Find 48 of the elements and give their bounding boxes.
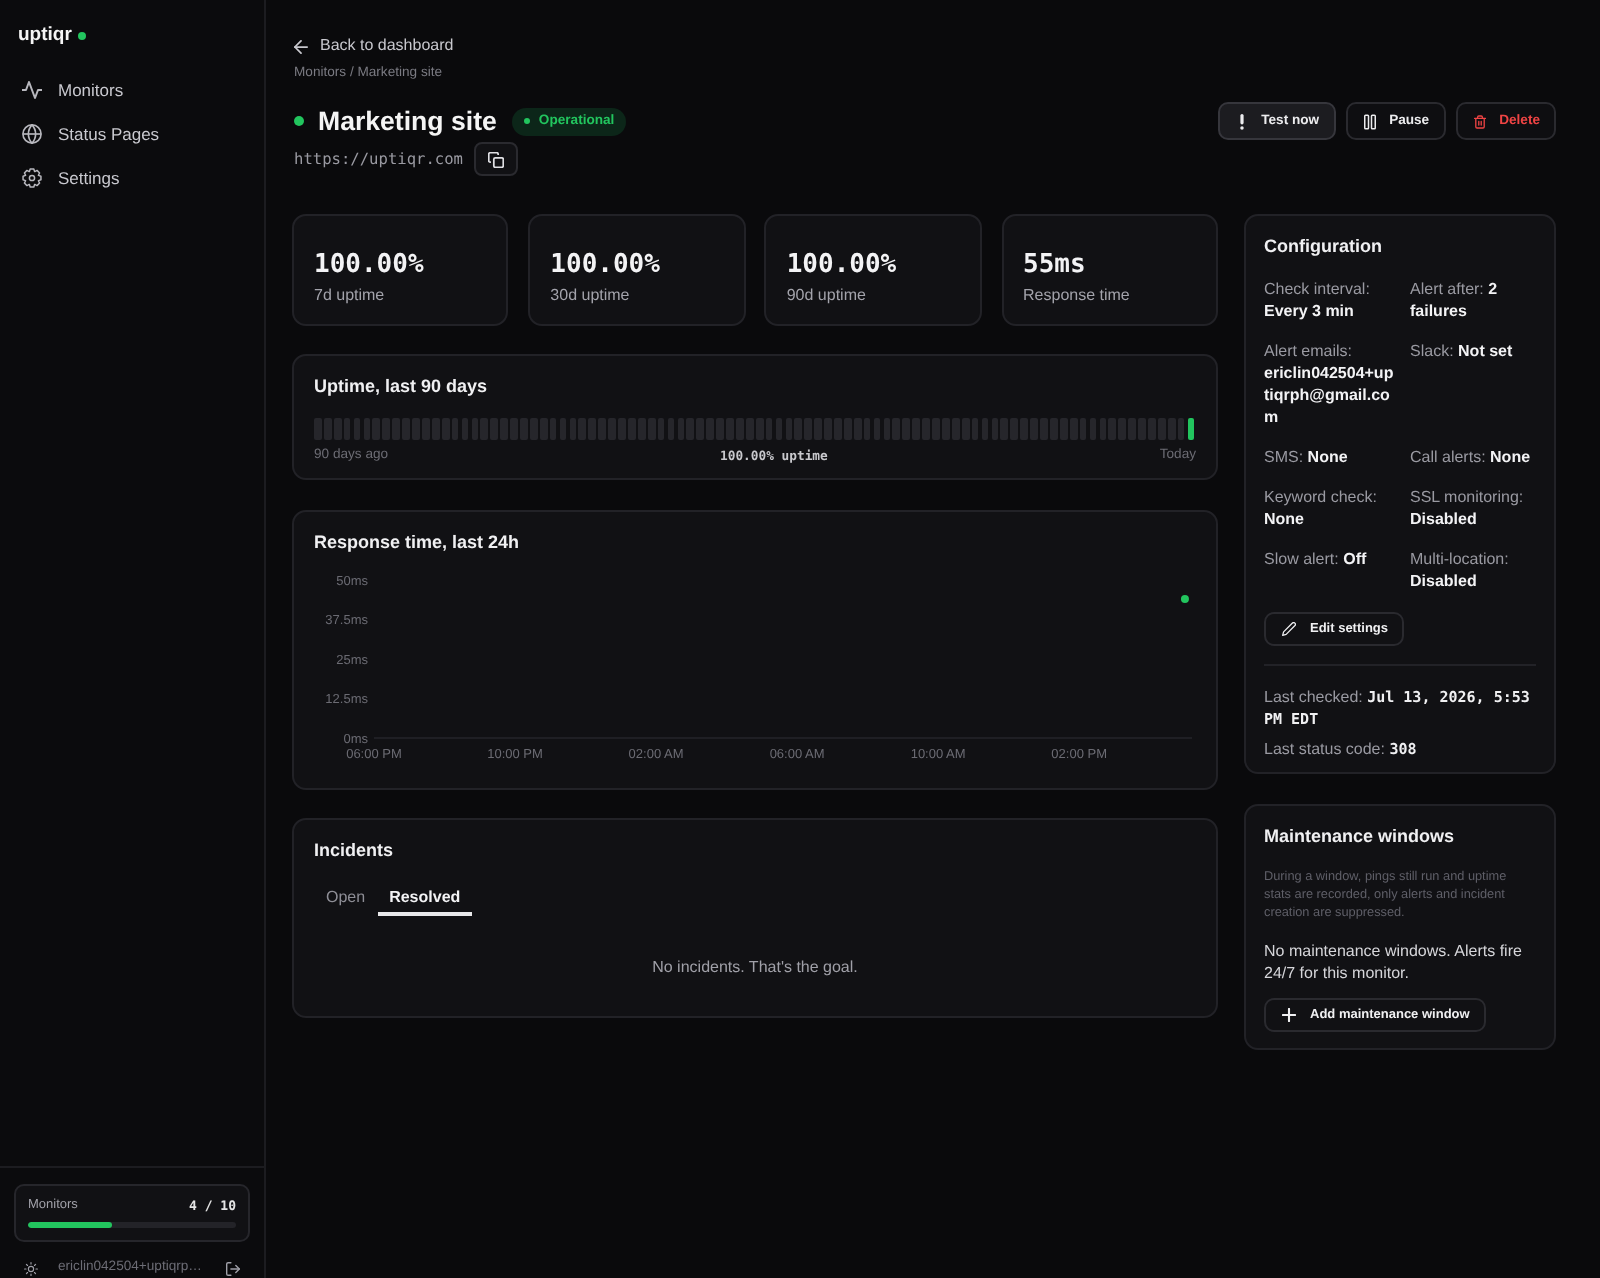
config-field: SMS: None xyxy=(1264,446,1396,468)
stat-label: 90d uptime xyxy=(786,286,868,306)
monitor-title: Marketing site xyxy=(318,104,497,138)
status-dot-icon xyxy=(524,118,531,124)
copy-button[interactable] xyxy=(473,142,517,176)
exclamation-icon xyxy=(1235,113,1248,129)
nav-item[interactable]: Monitors xyxy=(0,68,124,112)
logo-dot-icon xyxy=(77,32,86,40)
card-title: Response time, last 24h xyxy=(314,532,520,552)
stat-label: 30d uptime xyxy=(550,286,632,306)
stat-value: 100.00% xyxy=(550,250,662,280)
pulse-icon xyxy=(22,80,42,100)
card-title: Uptime, last 90 days xyxy=(314,376,488,396)
sun-icon[interactable] xyxy=(24,1261,38,1275)
plus-icon xyxy=(1282,1008,1296,1022)
nav-item[interactable]: Settings xyxy=(0,156,120,200)
stat-value: 55ms xyxy=(1023,250,1088,280)
config-field: Slow alert: Off xyxy=(1264,548,1396,592)
card-title: Incidents xyxy=(314,840,394,860)
arrow-left-icon xyxy=(294,39,308,53)
app-name: uptiqr xyxy=(18,24,72,48)
nav-item[interactable]: Status Pages xyxy=(0,112,160,156)
copy-icon xyxy=(487,151,503,167)
config-field: Check interval: Every 3 min xyxy=(1264,278,1396,322)
logout-icon[interactable] xyxy=(226,1261,240,1275)
stat-value: 100.00% xyxy=(786,250,899,280)
config-field: Alert after: 2 failures xyxy=(1410,278,1536,322)
empty-state-text: No incidents. That's the goal. xyxy=(652,958,858,976)
config-field: Multi-location: Disabled xyxy=(1410,548,1536,592)
pause-icon xyxy=(1363,113,1376,129)
config-field: SSL monitoring: Disabled xyxy=(1410,486,1536,530)
stat-label: Response time xyxy=(1023,286,1132,306)
trash-icon xyxy=(1473,113,1486,129)
incident-tab[interactable]: Resolved xyxy=(377,884,473,916)
config-field: Alert emails: ericlin042504+uptiqrph@gmail.com xyxy=(1264,340,1396,428)
card-title: Maintenance windows xyxy=(1264,826,1455,846)
pencil-icon xyxy=(1282,621,1296,635)
stat-value: 100.00% xyxy=(314,250,426,280)
card-title: Configuration xyxy=(1264,236,1382,256)
config-field: Slack: Not set xyxy=(1410,340,1536,428)
config-field: Call alerts: None xyxy=(1410,446,1536,468)
stat-label: 7d uptime xyxy=(314,286,387,306)
incident-tab[interactable]: Open xyxy=(314,884,378,916)
maintenance-empty-text: No maintenance windows. Alerts fire 24/7 for this monitor. xyxy=(1264,939,1524,983)
globe-icon xyxy=(22,124,42,144)
back-link[interactable]: Back to dashboard xyxy=(294,34,454,58)
config-field: Keyword check: None xyxy=(1264,486,1396,530)
gear-icon xyxy=(22,168,42,188)
